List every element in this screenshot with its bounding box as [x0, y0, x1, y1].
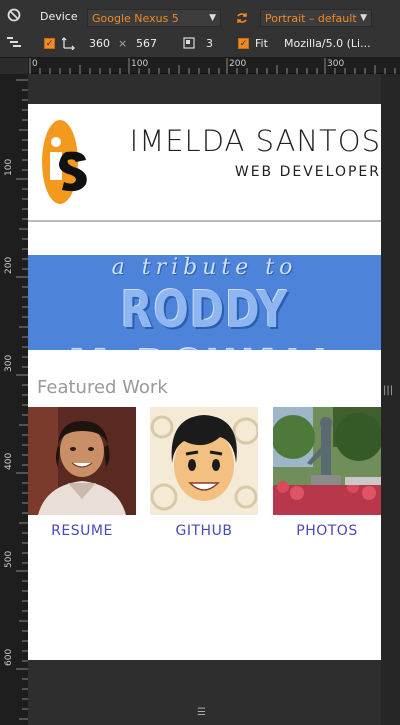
- github-link[interactable]: GITHUB: [150, 523, 258, 539]
- resize-grip-icon[interactable]: |||: [383, 385, 393, 396]
- fit-label: Fit: [255, 37, 268, 50]
- site-owner-name: IMELDA SANTOS: [129, 124, 381, 158]
- device-select-value: Google Nexus 5: [92, 11, 179, 25]
- emulated-viewport: IMELDA SANTOS WEB DEVELOPER a tribute to…: [28, 104, 381, 660]
- resize-grip-bottom-icon[interactable]: ☰: [197, 707, 206, 718]
- width-input[interactable]: 360: [89, 37, 110, 50]
- featured-card-photos[interactable]: PHOTOS: [273, 407, 381, 539]
- header-divider: [28, 220, 381, 222]
- vertical-ruler: 100 200 300 400 500 600: [0, 74, 28, 725]
- media-query-icon[interactable]: [5, 33, 23, 51]
- emulation-toolbar: Device Google Nexus 5 ▼ Portrait – defau…: [0, 0, 400, 58]
- times-sign: ×: [118, 37, 128, 50]
- featured-card-github[interactable]: GITHUB: [150, 407, 258, 539]
- device-frame-top: [28, 74, 381, 104]
- rotate-icon[interactable]: [233, 9, 251, 27]
- ruler-top-label: 0: [32, 59, 38, 69]
- device-label: Device: [40, 10, 78, 23]
- horizontal-ruler: 0 100 200 300: [28, 58, 400, 74]
- dpr-input[interactable]: 3: [206, 37, 213, 50]
- chevron-down-icon: ▼: [209, 13, 216, 23]
- is-logo[interactable]: [36, 120, 90, 205]
- height-input[interactable]: 567: [136, 37, 157, 50]
- ruler-left-label: 500: [4, 550, 14, 568]
- ruler-left-label: 200: [4, 256, 14, 274]
- device-pixel-ratio-icon: [180, 34, 198, 52]
- github-avatar-image[interactable]: [150, 407, 258, 515]
- banner-title: RODDY McDOWALL: [69, 279, 340, 350]
- tribute-banner[interactable]: a tribute to RODDY McDOWALL: [28, 255, 381, 350]
- ruler-top-label: 300: [327, 59, 345, 69]
- featured-card-resume[interactable]: RESUME: [28, 407, 136, 539]
- site-owner-role: WEB DEVELOPER: [234, 164, 381, 180]
- orientation-select-value: Portrait – default: [265, 11, 357, 25]
- devtools-emulator: Device Google Nexus 5 ▼ Portrait – defau…: [0, 0, 400, 725]
- user-agent-input[interactable]: Mozilla/5.0 (Li...: [284, 37, 371, 50]
- resolution-checkbox[interactable]: ✓: [44, 38, 55, 49]
- photos-thumbnail-image[interactable]: [273, 407, 381, 515]
- ruler-left-label: 300: [4, 354, 14, 372]
- no-entry-icon[interactable]: [5, 6, 23, 24]
- ruler-top-label: 200: [229, 59, 247, 69]
- photos-link[interactable]: PHOTOS: [273, 523, 381, 539]
- orientation-select[interactable]: Portrait – default ▼: [260, 9, 372, 27]
- device-select[interactable]: Google Nexus 5 ▼: [87, 9, 221, 27]
- resize-handle-right[interactable]: [381, 74, 400, 725]
- ruler-left-label: 400: [4, 452, 14, 470]
- resize-icon: [60, 34, 78, 52]
- chevron-down-icon: ▼: [360, 13, 367, 23]
- fit-checkbox[interactable]: ✓: [238, 38, 249, 49]
- featured-work-heading: Featured Work: [37, 377, 168, 398]
- ruler-left-label: 600: [4, 648, 14, 666]
- ruler-left-label: 100: [4, 158, 14, 176]
- resume-portrait-image[interactable]: [28, 407, 136, 515]
- ruler-top-label: 100: [131, 59, 149, 69]
- resume-link[interactable]: RESUME: [28, 523, 136, 539]
